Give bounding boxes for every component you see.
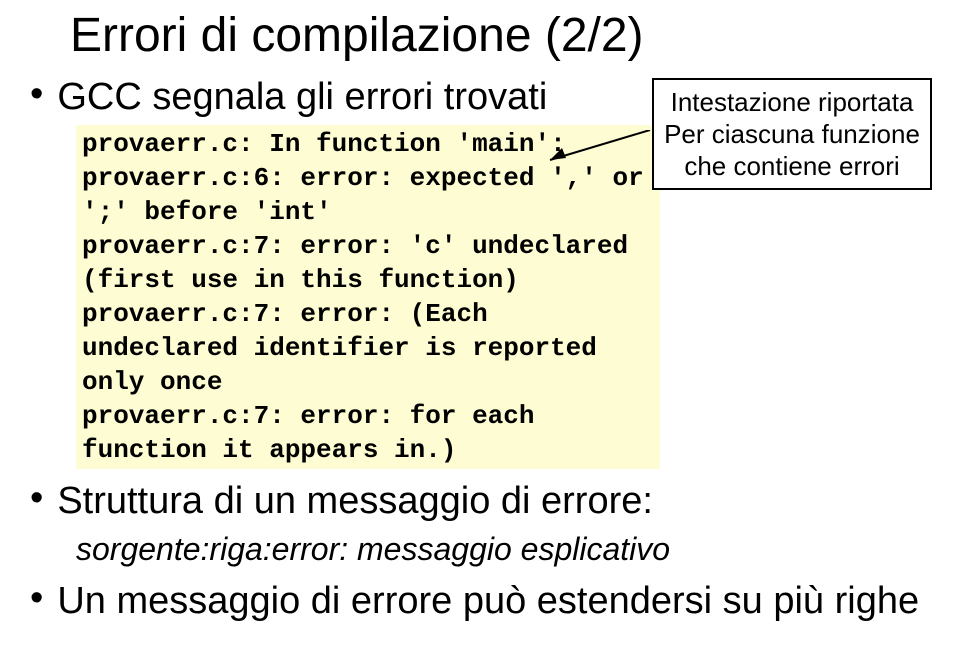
bullet-2-sub-text: sorgente:riga:error: messaggio esplicati… xyxy=(76,531,670,567)
code-line-1: provaerr.c: In function 'main': xyxy=(82,129,566,159)
slide-container: Errori di compilazione (2/2) • GCC segna… xyxy=(0,0,960,666)
bullet-dot: • xyxy=(30,579,43,617)
bullet-3-text: Un messaggio di errore può estendersi su… xyxy=(57,579,919,623)
bullet-2: • Struttura di un messaggio di errore: xyxy=(30,479,930,523)
callout-line-1: Intestazione riportata xyxy=(664,86,920,118)
bullet-dot: • xyxy=(30,479,43,517)
bullet-2-text: Struttura di un messaggio di errore: xyxy=(57,479,653,523)
code-block: provaerr.c: In function 'main': provaerr… xyxy=(76,125,660,469)
slide-title: Errori di compilazione (2/2) xyxy=(70,8,930,63)
callout-line-3: che contiene errori xyxy=(664,150,920,182)
code-line-5: provaerr.c:7: error: for each function i… xyxy=(82,401,550,465)
bullet-dot: • xyxy=(30,75,43,113)
bullet-3: • Un messaggio di errore può estendersi … xyxy=(30,579,930,623)
code-line-2: provaerr.c:6: error: expected ',' or ';'… xyxy=(82,163,659,227)
code-line-3: provaerr.c:7: error: 'c' undeclared (fir… xyxy=(82,231,644,295)
bullet-1-text: GCC segnala gli errori trovati xyxy=(57,75,547,119)
bullet-2-sub: sorgente:riga:error: messaggio esplicati… xyxy=(76,529,930,569)
callout-header: Intestazione riportata Per ciascuna funz… xyxy=(652,78,932,190)
callout-arrow xyxy=(540,130,660,170)
callout-line-2: Per ciascuna funzione xyxy=(664,118,920,150)
code-line-4: provaerr.c:7: error: (Each undeclared id… xyxy=(82,299,613,397)
